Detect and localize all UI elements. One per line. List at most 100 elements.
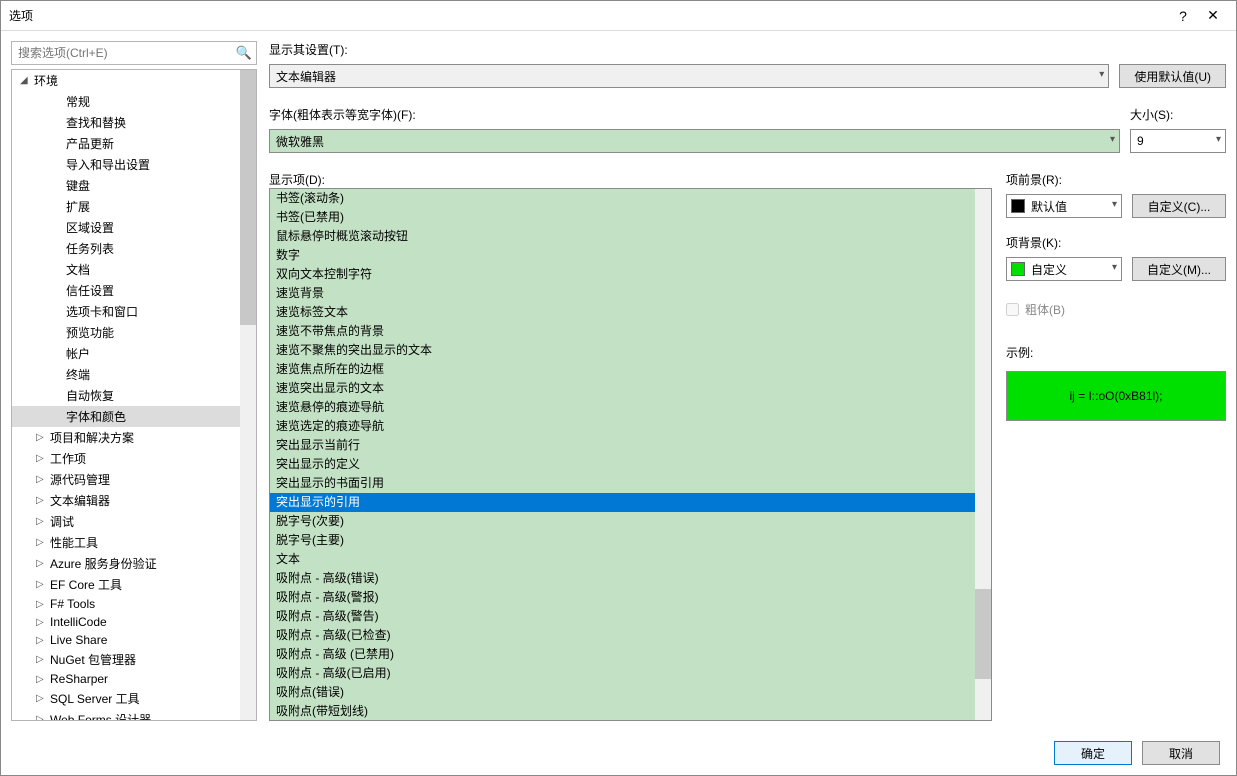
item-fg-select[interactable]: 默认值 ▾: [1006, 194, 1122, 218]
tree-item[interactable]: ◢环境: [12, 70, 256, 91]
cancel-button[interactable]: 取消: [1142, 741, 1220, 765]
list-item[interactable]: 双向文本控制字符: [270, 265, 991, 284]
tree-item[interactable]: 任务列表: [12, 238, 256, 259]
chevron-down-icon: ▾: [1112, 199, 1117, 210]
tree-scrollbar[interactable]: [240, 70, 256, 720]
list-item[interactable]: 速览标签文本: [270, 303, 991, 322]
font-select[interactable]: 微软雅黑 ▾: [269, 129, 1120, 153]
tree-item[interactable]: ▷Live Share: [12, 631, 256, 649]
tree-item[interactable]: 扩展: [12, 196, 256, 217]
chevron-down-icon: ▾: [1099, 69, 1104, 80]
list-item[interactable]: 吸附点(带短划线): [270, 702, 991, 721]
list-item[interactable]: 脱字号(主要): [270, 531, 991, 550]
tree-item[interactable]: ▷EF Core 工具: [12, 574, 256, 595]
tree-item[interactable]: 导入和导出设置: [12, 154, 256, 175]
tree-item-label: Azure 服务身份验证: [50, 555, 157, 572]
tree-item-label: F# Tools: [50, 597, 95, 611]
tree-item-label: 环境: [34, 72, 58, 89]
list-item[interactable]: 脱字号(次要): [270, 512, 991, 531]
tree-item[interactable]: ▷工作项: [12, 448, 256, 469]
list-item[interactable]: 吸附点 - 高级 (已禁用): [270, 645, 991, 664]
list-item[interactable]: 突出显示的书面引用: [270, 474, 991, 493]
list-item[interactable]: 鼠标悬停时概览滚动按钮: [270, 227, 991, 246]
tree-item[interactable]: ▷NuGet 包管理器: [12, 649, 256, 670]
use-defaults-button[interactable]: 使用默认值(U): [1119, 64, 1226, 88]
bold-checkbox-row: 粗体(B): [1006, 301, 1226, 318]
list-item[interactable]: 突出显示的定义: [270, 455, 991, 474]
close-button[interactable]: ✕: [1198, 2, 1228, 30]
tree-item[interactable]: ▷性能工具: [12, 532, 256, 553]
tree-item-label: 预览功能: [66, 324, 114, 341]
tree-item[interactable]: 字体和颜色: [12, 406, 256, 427]
search-input[interactable]: [11, 41, 257, 65]
tree-item[interactable]: ▷调试: [12, 511, 256, 532]
tree-scroll-thumb[interactable]: [240, 70, 256, 325]
list-item[interactable]: 速览不带焦点的背景: [270, 322, 991, 341]
tree-item[interactable]: ▷IntelliCode: [12, 613, 256, 631]
list-item[interactable]: 书签(已禁用): [270, 208, 991, 227]
tree-item[interactable]: ▷ReSharper: [12, 670, 256, 688]
tree-item[interactable]: ▷文本编辑器: [12, 490, 256, 511]
tree-item[interactable]: 预览功能: [12, 322, 256, 343]
tree-item[interactable]: ▷Azure 服务身份验证: [12, 553, 256, 574]
search-wrap: 🔍: [11, 41, 257, 65]
ok-button[interactable]: 确定: [1054, 741, 1132, 765]
tree-item[interactable]: 终端: [12, 364, 256, 385]
list-item[interactable]: 速览悬停的痕迹导航: [270, 398, 991, 417]
list-item[interactable]: 速览选定的痕迹导航: [270, 417, 991, 436]
size-select[interactable]: 9 ▾: [1130, 129, 1226, 153]
list-item[interactable]: 数字: [270, 246, 991, 265]
list-item[interactable]: 突出显示的引用: [270, 493, 991, 512]
dialog-footer: 确定 取消: [1, 731, 1236, 775]
tree-item[interactable]: 常规: [12, 91, 256, 112]
tree-item[interactable]: 键盘: [12, 175, 256, 196]
tree-item[interactable]: ▷源代码管理: [12, 469, 256, 490]
tree-item[interactable]: ▷Web Forms 设计器: [12, 709, 256, 721]
tree-item-label: 源代码管理: [50, 471, 110, 488]
tree-item-label: 自动恢复: [66, 387, 114, 404]
help-button[interactable]: ?: [1168, 2, 1198, 30]
tree-item[interactable]: ▷项目和解决方案: [12, 427, 256, 448]
tree-item[interactable]: ▷SQL Server 工具: [12, 688, 256, 709]
item-bg-select[interactable]: 自定义 ▾: [1006, 257, 1122, 281]
list-scroll-thumb[interactable]: [975, 589, 991, 679]
tree-item[interactable]: 自动恢复: [12, 385, 256, 406]
list-item[interactable]: 速览突出显示的文本: [270, 379, 991, 398]
custom-fg-button[interactable]: 自定义(C)...: [1132, 194, 1226, 218]
list-item[interactable]: 吸附点 - 高级(警告): [270, 607, 991, 626]
options-tree[interactable]: ◢环境常规查找和替换产品更新导入和导出设置键盘扩展区域设置任务列表文档信任设置选…: [11, 69, 257, 721]
tree-item[interactable]: 查找和替换: [12, 112, 256, 133]
list-item[interactable]: 吸附点 - 高级(已启用): [270, 664, 991, 683]
tree-item[interactable]: 区域设置: [12, 217, 256, 238]
list-scrollbar[interactable]: [975, 189, 991, 720]
tree-item[interactable]: ▷F# Tools: [12, 595, 256, 613]
list-item[interactable]: 突出显示当前行: [270, 436, 991, 455]
tree-item-label: 任务列表: [66, 240, 114, 257]
custom-bg-button[interactable]: 自定义(M)...: [1132, 257, 1226, 281]
arrow-right-icon: ▷: [36, 495, 48, 506]
list-item[interactable]: 文本: [270, 550, 991, 569]
tree-item[interactable]: 产品更新: [12, 133, 256, 154]
tree-item[interactable]: 帐户: [12, 343, 256, 364]
display-items-listbox[interactable]: 书签(滚动条)书签(已禁用)鼠标悬停时概览滚动按钮数字双向文本控制字符速览背景速…: [269, 188, 992, 721]
list-item[interactable]: 吸附点 - 高级(警报): [270, 588, 991, 607]
list-item[interactable]: 速览焦点所在的边框: [270, 360, 991, 379]
tree-item[interactable]: 信任设置: [12, 280, 256, 301]
tree-item-label: 工作项: [50, 450, 86, 467]
list-item[interactable]: 吸附点 - 高级(已检查): [270, 626, 991, 645]
list-item[interactable]: 吸附点(错误): [270, 683, 991, 702]
display-items-label: 显示项(D):: [269, 171, 992, 188]
tree-item-label: 项目和解决方案: [50, 429, 134, 446]
arrow-right-icon: ▷: [36, 654, 48, 665]
list-item[interactable]: 吸附点 - 高级(错误): [270, 569, 991, 588]
tree-item[interactable]: 选项卡和窗口: [12, 301, 256, 322]
tree-item[interactable]: 文档: [12, 259, 256, 280]
arrow-right-icon: ▷: [36, 537, 48, 548]
list-item[interactable]: 速览背景: [270, 284, 991, 303]
list-item[interactable]: 速览不聚焦的突出显示的文本: [270, 341, 991, 360]
show-settings-select[interactable]: 文本编辑器 ▾: [269, 64, 1109, 88]
tree-item-label: 产品更新: [66, 135, 114, 152]
arrow-right-icon: ▷: [36, 599, 48, 610]
list-item[interactable]: 书签(滚动条): [270, 189, 991, 208]
bg-value: 自定义: [1031, 261, 1067, 278]
